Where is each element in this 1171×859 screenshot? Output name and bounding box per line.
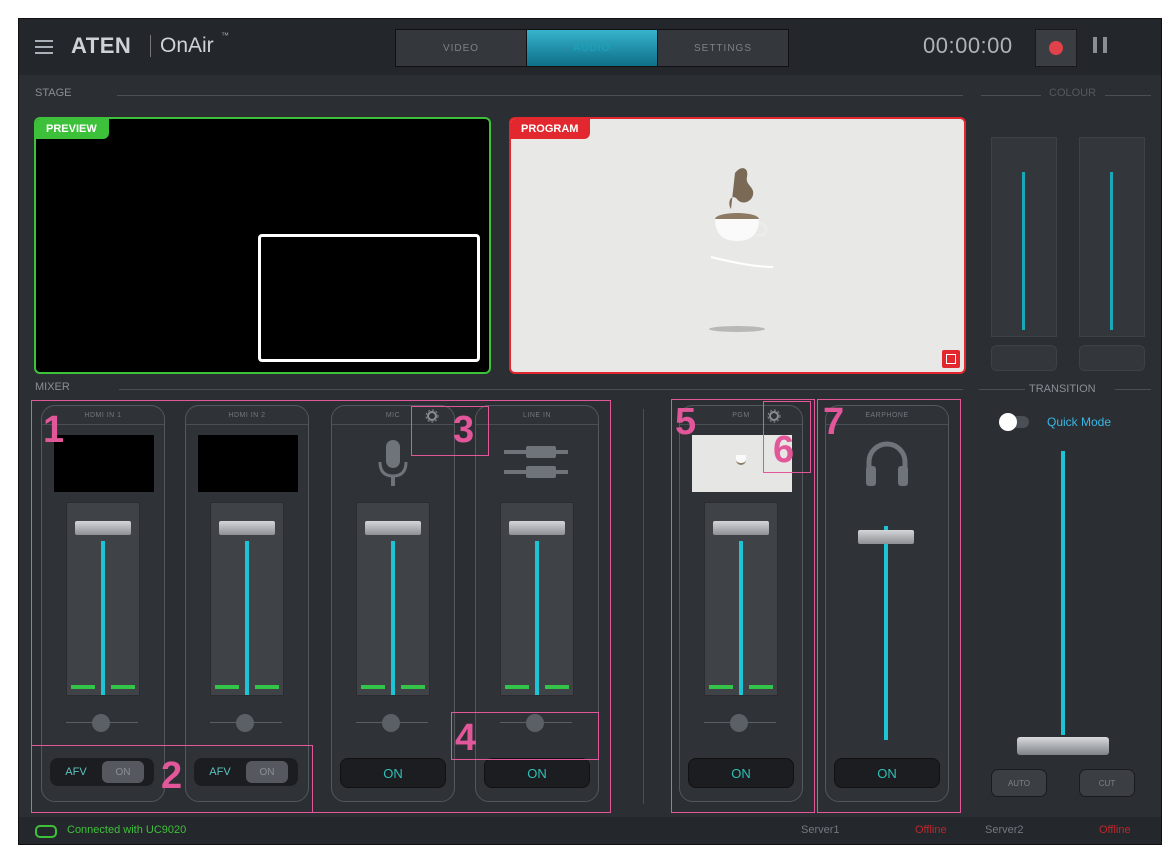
colour-label: COLOUR: [1049, 87, 1097, 99]
colour-rule-left: [981, 95, 1041, 96]
server1-status: Offline: [915, 824, 947, 836]
colour-rule-right: [1105, 95, 1151, 96]
logo-divider: [150, 35, 151, 57]
callout-number-1: 1: [43, 409, 65, 451]
recording-timer: 00:00:00: [923, 33, 1013, 58]
status-bar: Connected with UC9020 Server1 Offline Se…: [19, 817, 1161, 844]
colour-button-right[interactable]: [1079, 345, 1145, 371]
quick-mode-label: Quick Mode: [1047, 415, 1112, 429]
server1-label: Server1: [801, 824, 840, 836]
preview-tag: PREVIEW: [36, 119, 109, 139]
product-name: OnAir: [160, 34, 214, 57]
mode-tabs: VIDEO AUDIO SETTINGS: [395, 29, 789, 67]
toggle-knob[interactable]: [999, 413, 1017, 431]
callout-number-3: 3: [453, 409, 475, 451]
colour-track-right: [1110, 172, 1113, 330]
callout-number-6: 6: [773, 429, 795, 471]
coffee-cup-image: [709, 168, 774, 332]
transition-label: TRANSITION: [1029, 383, 1096, 395]
pause-icon: [1093, 37, 1097, 53]
tab-settings[interactable]: SETTINGS: [658, 30, 788, 66]
transition-rule-left: [979, 389, 1025, 390]
tab-video[interactable]: VIDEO: [396, 30, 527, 66]
fullscreen-icon[interactable]: [942, 350, 960, 368]
aten-logo: ATEN: [71, 33, 132, 58]
top-bar: ATEN OnAir ™ VIDEO AUDIO SETTINGS 00:00:…: [19, 19, 1161, 75]
record-button[interactable]: [1035, 29, 1077, 67]
program-tag: PROGRAM: [511, 119, 591, 139]
pause-icon-bar: [1103, 37, 1107, 53]
pause-button[interactable]: [1089, 35, 1113, 57]
stage-label: STAGE: [35, 87, 72, 99]
colour-fader-left[interactable]: [991, 137, 1057, 337]
onair-app-window: ATEN OnAir ™ VIDEO AUDIO SETTINGS 00:00:…: [18, 18, 1162, 845]
colour-fader-right[interactable]: [1079, 137, 1145, 337]
cut-button[interactable]: CUT: [1079, 769, 1135, 797]
callout-number-4: 4: [455, 717, 477, 759]
mixer-rule: [119, 389, 963, 390]
colour-track-left: [1022, 172, 1025, 330]
stage-rule: [117, 95, 963, 96]
hamburger-menu-icon[interactable]: [35, 40, 53, 54]
callout-box-3: [411, 406, 489, 456]
mixer-label: MIXER: [35, 381, 70, 393]
transition-rule-right: [1115, 389, 1151, 390]
preview-monitor[interactable]: PREVIEW: [34, 117, 491, 374]
connection-status: Connected with UC9020: [67, 824, 187, 836]
server2-status: Offline: [1099, 824, 1131, 836]
server2-label: Server2: [985, 824, 1024, 836]
mixer-divider: [643, 409, 644, 804]
callout-number-5: 5: [675, 401, 697, 443]
callout-box-7: [817, 399, 961, 813]
auto-button[interactable]: AUTO: [991, 769, 1047, 797]
tbar-track: [1061, 451, 1065, 735]
transition-tbar[interactable]: [1037, 447, 1089, 737]
program-monitor[interactable]: PROGRAM: [509, 117, 966, 374]
tbar-handle[interactable]: [1017, 737, 1109, 755]
tab-audio[interactable]: AUDIO: [527, 30, 658, 66]
quick-mode-toggle[interactable]: [999, 413, 1029, 431]
callout-number-2: 2: [161, 755, 183, 797]
callout-number-7: 7: [823, 401, 845, 443]
record-dot-icon: [1049, 41, 1063, 55]
pip-window: [258, 234, 480, 362]
colour-button-left[interactable]: [991, 345, 1057, 371]
trademark-mark: ™: [221, 31, 229, 40]
link-icon: [35, 825, 57, 838]
